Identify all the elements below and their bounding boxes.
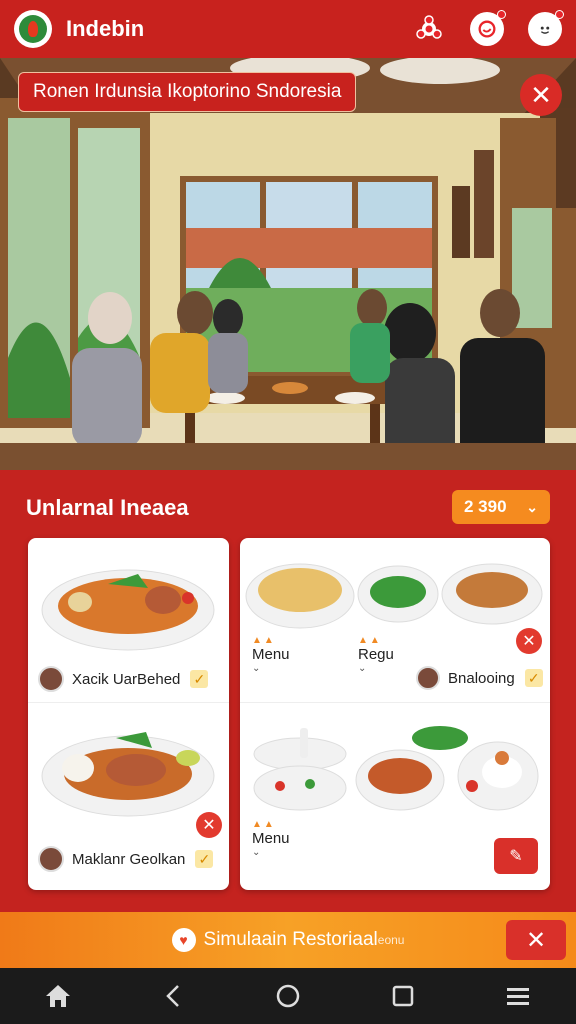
banner-close-button[interactable]: ✕ [506, 920, 566, 960]
section-title: Unlarnal Ineaea [26, 495, 189, 520]
dish-card-right[interactable]: ▲▲ Menu ⌄ ▲▲ Regu ⌄ ✕ Bnalooing ✓ ▲▲ Men… [240, 538, 550, 890]
accent-marks: ▲▲ [358, 635, 382, 646]
accent-marks: ▲▲ [252, 819, 276, 830]
dish-row[interactable]: Xacik UarBehed ✓ [38, 666, 209, 692]
share-icon[interactable] [412, 12, 446, 46]
app-title: Indebin [66, 16, 145, 41]
system-nav-bar [0, 968, 576, 1024]
bottom-dishes-image [253, 726, 539, 811]
notification-dot [497, 10, 506, 19]
chevron-down-icon: ⌄ [358, 663, 367, 674]
banner-text: Simulaain Restoriaal [203, 929, 378, 950]
avatar [38, 666, 64, 692]
restaurant-hero-image: Ronen Irdunsia Ikoptorino Sndoresia ✕ [0, 58, 576, 470]
top-dishes-image [245, 563, 543, 629]
checkbox[interactable]: ✓ [524, 669, 543, 687]
remove-dish-button[interactable]: ✕ [516, 628, 542, 654]
banner-content: ♥ Simulaain Restoriaal eonu [171, 928, 405, 952]
dish-row[interactable]: Bnalooing ✓ [416, 666, 543, 690]
notification-dot [555, 10, 564, 19]
back-icon[interactable] [153, 976, 193, 1016]
remove-dish-button[interactable]: ✕ [196, 812, 222, 838]
profile-icon[interactable] [528, 10, 564, 46]
heart-icon: ♥ [171, 928, 196, 952]
chat-icon[interactable] [470, 10, 506, 46]
dish-name: Bnalooing [448, 669, 515, 687]
avatar [416, 666, 440, 690]
divider [28, 702, 229, 703]
dish-card-left[interactable]: Xacik UarBehed ✓ ✕ Maklanr Geolkan ✓ [28, 538, 229, 890]
recents-icon[interactable] [383, 976, 423, 1016]
hero-close-button[interactable]: ✕ [520, 74, 562, 116]
divider [240, 702, 550, 703]
simulation-banner[interactable]: ♥ Simulaain Restoriaal eonu ✕ [0, 912, 576, 968]
hero-title-label: Ronen Irdunsia Ikoptorino Sndoresia [18, 72, 357, 112]
app-screen: Indebin Ronen Irdunsia Ikoptorino Sndore… [0, 0, 576, 1024]
circle-home-icon[interactable] [268, 976, 308, 1016]
price-dropdown[interactable]: 2 390 ⌄ [452, 490, 550, 524]
noodle-bowl-image [41, 569, 215, 651]
top-app-bar: Indebin [0, 0, 576, 58]
dish-row[interactable]: Maklanr Geolkan ✓ [38, 846, 214, 872]
menu-label[interactable]: ▲▲ Menu ⌄ [252, 820, 290, 859]
chevron-down-icon: ⌄ [252, 663, 261, 674]
home-icon[interactable] [38, 976, 78, 1016]
menu-label[interactable]: ▲▲ Menu ⌄ [252, 636, 290, 675]
accent-marks: ▲▲ [252, 635, 276, 646]
dish-name: Maklanr Geolkan [72, 850, 186, 868]
regu-label[interactable]: ▲▲ Regu ⌄ [358, 636, 394, 675]
menu-icon[interactable] [498, 976, 538, 1016]
checkbox[interactable]: ✓ [195, 850, 214, 868]
app-logo[interactable] [14, 10, 52, 48]
chevron-down-icon: ⌄ [252, 847, 261, 858]
edit-button[interactable]: ✎ [494, 838, 538, 874]
dish-name: Xacik UarBehed [72, 670, 181, 688]
checkbox[interactable]: ✓ [190, 670, 209, 688]
avatar [38, 846, 64, 872]
leaf-logo-icon [19, 15, 47, 43]
price-value: 2 390 [464, 497, 507, 516]
banner-suffix: eonu [377, 933, 405, 947]
chevron-down-icon: ⌄ [526, 499, 538, 515]
